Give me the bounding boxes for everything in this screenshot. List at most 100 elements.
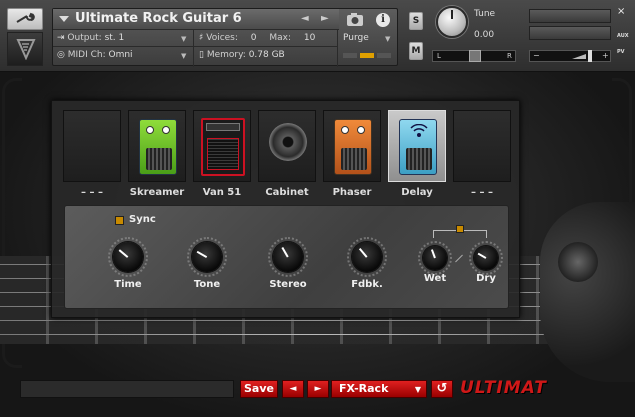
instrument-title: Ultimate Rock Guitar 6 <box>75 11 242 26</box>
mute-button[interactable]: M <box>409 42 423 60</box>
sync-label: Sync <box>129 214 156 225</box>
knob-indicator <box>196 250 208 258</box>
wet-dry-link-checkbox[interactable] <box>456 225 464 233</box>
memory-display: ▯ Memory: 0.78 GB <box>199 50 285 60</box>
output-selector[interactable]: ⇥ Output: st. 1 <box>57 33 124 43</box>
pan-slider[interactable]: L R <box>432 50 516 62</box>
prev-preset-button[interactable]: ◄ <box>282 380 304 398</box>
time-label: Time <box>114 279 142 290</box>
fx-slot-skreamer[interactable] <box>128 110 186 182</box>
knob-indicator <box>118 248 129 258</box>
tune-label: Tune <box>474 9 496 19</box>
dry-label: Dry <box>476 273 496 284</box>
instrument-menu-arrow-icon[interactable] <box>59 16 69 22</box>
info-button[interactable]: i <box>371 11 395 29</box>
output-dropdown-icon[interactable]: ▼ <box>181 35 186 43</box>
fx-slot-phaser[interactable] <box>323 110 381 182</box>
knob-indicator <box>430 249 436 259</box>
close-icon[interactable]: × <box>617 6 625 17</box>
purge-menu[interactable]: Purge <box>343 33 369 43</box>
fx-slot-empty[interactable] <box>63 110 121 182</box>
tune-knob[interactable] <box>436 6 468 38</box>
sync-checkbox[interactable] <box>115 216 124 225</box>
wrench-button[interactable] <box>7 8 43 30</box>
link-line-icon <box>455 254 463 263</box>
purge-meter <box>343 53 393 58</box>
stereo-label: Stereo <box>269 279 307 290</box>
knob-indicator <box>281 246 289 258</box>
memory-label: Memory: <box>206 50 246 60</box>
divider <box>337 30 338 67</box>
guitar-pick-icon <box>16 39 36 60</box>
fx-slot-empty[interactable] <box>453 110 511 182</box>
level-meter-right <box>529 26 611 40</box>
aux-button[interactable]: AUX <box>617 33 629 39</box>
stereo-knob[interactable] <box>268 237 308 277</box>
info-icon: i <box>376 13 390 27</box>
camera-icon <box>347 13 363 26</box>
feedback-knob[interactable] <box>347 237 387 277</box>
dry-knob[interactable] <box>469 241 503 275</box>
volume-handle[interactable] <box>588 50 592 62</box>
instrument-info-panel: Ultimate Rock Guitar 6 ◄ ► i ⇥ Output: s… <box>52 8 398 67</box>
tune-value: 0.00 <box>474 30 495 40</box>
brand-logo: ULTIMAT <box>460 378 547 398</box>
camera-button[interactable] <box>343 11 367 29</box>
delay-controls-panel: Sync Time Tone Stereo Fdbk. Wet Dry <box>64 205 509 309</box>
solo-button[interactable]: S <box>409 12 423 30</box>
voices-label: Voices: <box>206 33 238 43</box>
orange-pedal-icon <box>334 119 372 175</box>
next-instrument-icon[interactable]: ► <box>321 13 329 24</box>
fx-slot-label: Phaser <box>332 187 372 198</box>
fx-slot-label: Skreamer <box>129 187 185 198</box>
fx-slot-cabinet[interactable] <box>258 110 316 182</box>
pan-right-label: R <box>507 52 512 60</box>
title-row: Ultimate Rock Guitar 6 ◄ ► <box>53 9 339 30</box>
instrument-logo <box>7 32 43 66</box>
voices-icon: ♯ <box>199 33 204 43</box>
preset-selector[interactable]: FX-Rack ▼ <box>331 380 427 398</box>
output-value: st. 1 <box>104 33 125 43</box>
divider <box>193 30 194 67</box>
save-button[interactable]: Save <box>240 380 278 398</box>
purge-dropdown-icon[interactable]: ▼ <box>385 35 390 43</box>
status-field <box>20 380 234 398</box>
reset-icon[interactable]: ↺ <box>431 380 453 398</box>
fx-slot-delay[interactable] <box>388 110 446 182</box>
volume-ramp-icon <box>572 54 586 59</box>
instrument-header: Ultimate Rock Guitar 6 ◄ ► i ⇥ Output: s… <box>0 0 635 72</box>
voices-display: ♯ Voices: 0 Max: 10 <box>199 33 315 43</box>
tone-knob[interactable] <box>187 237 227 277</box>
midi-label: MIDI Ch: <box>67 50 106 60</box>
knob-indicator <box>358 247 368 258</box>
next-preset-button[interactable]: ► <box>307 380 329 398</box>
volume-slider[interactable]: − + <box>529 50 611 62</box>
blue-pedal-icon <box>399 119 437 175</box>
fx-slot-label: Cabinet <box>265 187 309 198</box>
memory-value: 0.78 GB <box>248 50 285 60</box>
volume-minus-icon: − <box>533 51 540 60</box>
time-knob[interactable] <box>108 237 148 277</box>
fx-slot-label: – – – <box>81 187 103 198</box>
pan-left-label: L <box>437 52 441 60</box>
fx-slot-label: Van 51 <box>202 187 242 198</box>
midi-channel-selector[interactable]: ◎ MIDI Ch: Omni <box>57 50 133 60</box>
voices-value: 0 <box>250 33 257 43</box>
green-pedal-icon <box>139 119 177 175</box>
guitar-string <box>0 334 635 335</box>
prev-instrument-icon[interactable]: ◄ <box>301 13 309 24</box>
fx-slot-label: Delay <box>401 187 433 198</box>
volume-plus-icon: + <box>602 51 609 60</box>
knob-indicator <box>477 252 487 259</box>
max-voices-value[interactable]: 10 <box>304 33 315 43</box>
pan-handle[interactable] <box>469 50 481 62</box>
midi-icon: ◎ <box>57 50 65 60</box>
tone-label: Tone <box>193 279 221 290</box>
wet-knob[interactable] <box>418 241 452 275</box>
speaker-cabinet-icon <box>269 123 307 161</box>
wifi-wave-icon <box>410 124 428 137</box>
midi-dropdown-icon[interactable]: ▼ <box>181 52 186 60</box>
pv-button[interactable]: PV <box>617 49 625 55</box>
amp-head-icon <box>201 118 245 176</box>
fx-slot-van51[interactable] <box>193 110 251 182</box>
